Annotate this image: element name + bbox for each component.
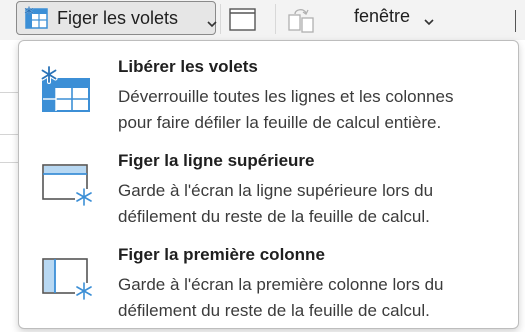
unfreeze-panes-icon xyxy=(40,65,97,113)
ribbon-separator xyxy=(220,4,221,34)
freeze-first-column-icon xyxy=(41,253,97,301)
menu-item-description: Déverrouille toutes les lignes et les co… xyxy=(118,84,513,136)
freeze-panes-icon xyxy=(23,6,49,35)
window-label[interactable]: fenêtre xyxy=(354,6,410,27)
menu-item-title: Figer la ligne supérieure xyxy=(118,151,315,170)
description-line: pour faire défiler la feuille de calcul … xyxy=(118,113,442,132)
menu-item-description: Garde à l'écran la ligne supérieure lors… xyxy=(118,178,513,230)
description-line: Garde à l'écran la ligne supérieure lors… xyxy=(118,181,434,200)
menu-item-unfreeze-panes[interactable]: Libérer les volets Déverrouille toutes l… xyxy=(19,43,518,135)
new-window-icon[interactable] xyxy=(229,8,257,37)
grid-line xyxy=(0,162,20,163)
grid-line xyxy=(0,92,20,93)
menu-item-title: Figer la première colonne xyxy=(118,245,325,264)
freeze-panes-label: Figer les volets xyxy=(57,8,179,28)
menu-item-title: Libérer les volets xyxy=(118,57,258,76)
grid-line xyxy=(0,134,20,135)
description-line: Déverrouille toutes les lignes et les co… xyxy=(118,87,454,106)
description-line: défilement du reste de la feuille de cal… xyxy=(118,301,430,320)
chevron-down-icon xyxy=(207,15,217,33)
chevron-down-icon[interactable] xyxy=(424,13,434,31)
ribbon-separator xyxy=(275,4,276,34)
menu-item-freeze-first-column[interactable]: Figer la première colonne Garde à l'écra… xyxy=(19,231,518,323)
freeze-panes-button[interactable]: Figer les volets xyxy=(16,1,217,35)
ribbon-overflow-edge xyxy=(515,10,525,32)
freeze-top-row-icon xyxy=(41,159,97,207)
freeze-panes-menu: Libérer les volets Déverrouille toutes l… xyxy=(18,40,519,329)
description-line: défilement du reste de la feuille de cal… xyxy=(118,207,430,226)
menu-item-description: Garde à l'écran la première colonne lors… xyxy=(118,272,513,324)
description-line: Garde à l'écran la première colonne lors… xyxy=(118,275,444,294)
menu-item-freeze-top-row[interactable]: Figer la ligne supérieure Garde à l'écra… xyxy=(19,137,518,229)
ribbon: Figer les volets fenêtre xyxy=(0,0,525,40)
synchronous-scrolling-icon[interactable] xyxy=(288,6,316,39)
